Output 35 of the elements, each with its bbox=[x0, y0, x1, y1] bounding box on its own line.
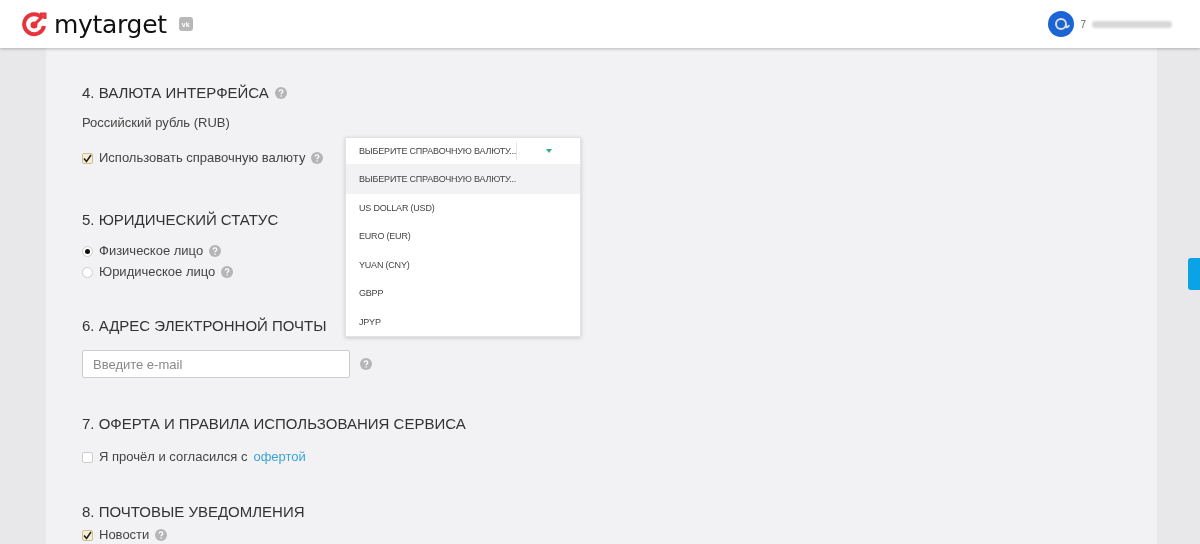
target-logo-icon bbox=[22, 11, 48, 37]
side-tab[interactable] bbox=[1188, 258, 1200, 290]
radio-button[interactable] bbox=[82, 266, 93, 278]
avatar-icon[interactable] bbox=[1048, 11, 1075, 37]
currency-text: Российский рубль (RUB) bbox=[82, 115, 230, 131]
section-heading: 7. ОФЕРТА И ПРАВИЛА ИСПОЛЬЗОВАНИЯ СЕРВИСА bbox=[82, 415, 466, 433]
section-heading: 5. ЮРИДИЧЕСКИЙ СТАТУС bbox=[82, 211, 279, 229]
logo-text: mytarget bbox=[54, 9, 167, 39]
dropdown-option[interactable]: ВЫБЕРИТЕ СПРАВОЧНУЮ ВАЛЮТУ... bbox=[346, 165, 580, 194]
section-heading: 4. ВАЛЮТА ИНТЕРФЕЙСА bbox=[82, 84, 269, 102]
dropdown-option[interactable]: JPYP bbox=[346, 307, 580, 336]
help-icon[interactable] bbox=[209, 245, 222, 257]
checkbox[interactable] bbox=[82, 152, 93, 164]
radio-button[interactable] bbox=[82, 245, 93, 257]
checkbox-label: Новости bbox=[99, 527, 150, 543]
help-icon[interactable] bbox=[311, 152, 324, 164]
section-heading: 6. АДРЕС ЭЛЕКТРОННОЙ ПОЧТЫ bbox=[82, 317, 327, 335]
dropdown-option[interactable]: YUAN (CNY) bbox=[346, 250, 580, 279]
currency-dropdown[interactable]: ВЫБЕРИТЕ СПРАВОЧНУЮ ВАЛЮТУ... bbox=[345, 137, 581, 165]
help-icon[interactable] bbox=[221, 266, 234, 278]
dropdown-option[interactable]: EURO (EUR) bbox=[346, 222, 580, 251]
caret-icon bbox=[545, 149, 552, 153]
help-icon[interactable] bbox=[274, 87, 287, 99]
help-icon[interactable] bbox=[360, 358, 372, 370]
dropdown-option[interactable]: US DOLLAR (USD) bbox=[346, 193, 580, 222]
checkbox-label: Я прочёл и согласился с bbox=[99, 449, 248, 465]
help-icon[interactable] bbox=[155, 529, 168, 541]
checkbox[interactable] bbox=[82, 529, 93, 541]
radio-label: Юридическое лицо bbox=[99, 264, 216, 280]
section-heading: 8. ПОЧТОВЫЕ УВЕДОМЛЕНИЯ bbox=[82, 503, 305, 521]
checkbox-label: Использовать справочную валюту bbox=[99, 150, 306, 166]
dropdown-option[interactable]: GBPP bbox=[346, 279, 580, 308]
email-field[interactable]: Введите e-mail bbox=[82, 350, 350, 378]
user-name[interactable]: 7 bbox=[1080, 18, 1086, 30]
radio-label: Физическое лицо bbox=[99, 243, 204, 259]
